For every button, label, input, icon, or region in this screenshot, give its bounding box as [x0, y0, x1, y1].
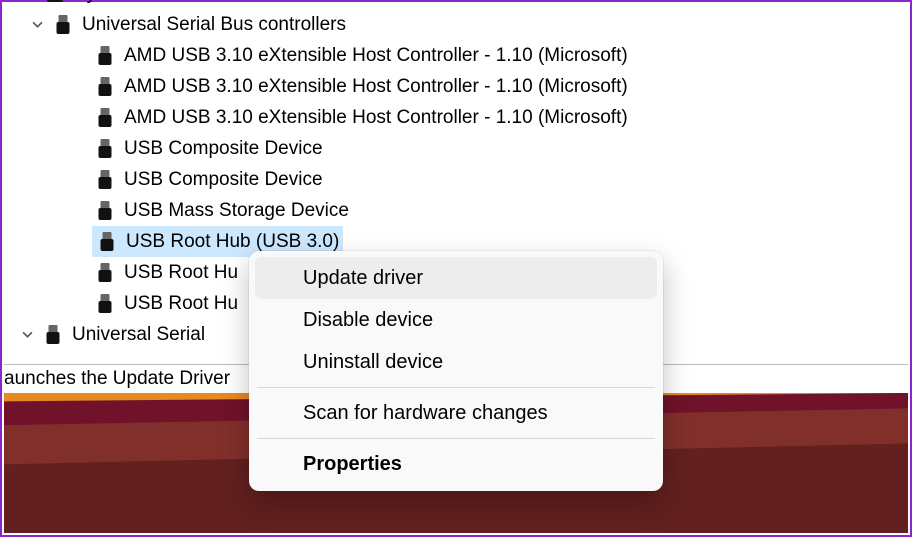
tree-item-label: USB Root Hu [118, 257, 238, 288]
tree-item-label: Universal Serial Bus controllers [76, 9, 346, 40]
chevron-down-icon[interactable] [18, 329, 36, 340]
tree-item-label: AMD USB 3.10 eXtensible Host Controller … [118, 102, 628, 133]
tree-item-label: AMD USB 3.10 eXtensible Host Controller … [118, 71, 628, 102]
context-menu: Update driver Disable device Uninstall d… [249, 251, 663, 491]
menu-item-label: Uninstall device [303, 351, 443, 374]
tree-item[interactable]: AMD USB 3.10 eXtensible Host Controller … [2, 40, 910, 71]
usb-icon [92, 263, 118, 282]
usb-icon [92, 108, 118, 127]
menu-item-disable-device[interactable]: Disable device [255, 299, 657, 341]
tree-category-usb-controllers[interactable]: Universal Serial Bus controllers [2, 9, 910, 40]
tree-item-label: USB Composite Device [118, 133, 323, 164]
usb-icon [92, 46, 118, 65]
chevron-down-icon[interactable] [28, 19, 46, 30]
menu-item-label: Disable device [303, 309, 433, 332]
tree-item[interactable]: AMD USB 3.10 eXtensible Host Controller … [2, 102, 910, 133]
usb-icon [92, 139, 118, 158]
tree-item[interactable]: AMD USB 3.10 eXtensible Host Controller … [2, 71, 910, 102]
tree-item[interactable]: USB Mass Storage Device [2, 195, 910, 226]
menu-item-label: Update driver [303, 267, 423, 290]
usb-icon [92, 294, 118, 313]
tree-item[interactable]: USB Composite Device [2, 133, 910, 164]
menu-item-uninstall-device[interactable]: Uninstall device [255, 341, 657, 383]
usb-icon [40, 325, 66, 344]
menu-item-label: Properties [303, 453, 402, 476]
usb-icon [92, 170, 118, 189]
tree-item-label: AMD USB 3.10 eXtensible Host Controller … [118, 40, 628, 71]
status-text: aunches the Update Driver [4, 368, 230, 389]
usb-icon [92, 201, 118, 220]
menu-separator [257, 438, 655, 439]
tree-item-label: Universal Serial [66, 319, 205, 350]
usb-icon [94, 232, 120, 251]
tree-item-label: USB Root Hu [118, 288, 238, 319]
tree-item-label: USB Composite Device [118, 164, 323, 195]
tree-item-system-devices[interactable]: System devices [2, 0, 910, 9]
usb-icon [92, 77, 118, 96]
usb-icon [50, 15, 76, 34]
menu-item-scan-hardware[interactable]: Scan for hardware changes [255, 392, 657, 434]
tree-item[interactable]: USB Composite Device [2, 164, 910, 195]
menu-item-label: Scan for hardware changes [303, 402, 548, 425]
menu-separator [257, 387, 655, 388]
tree-item-label: USB Mass Storage Device [118, 195, 349, 226]
device-icon [42, 0, 68, 2]
tree-item-label: System devices [68, 0, 207, 9]
menu-item-update-driver[interactable]: Update driver [255, 257, 657, 299]
menu-item-properties[interactable]: Properties [255, 443, 657, 485]
